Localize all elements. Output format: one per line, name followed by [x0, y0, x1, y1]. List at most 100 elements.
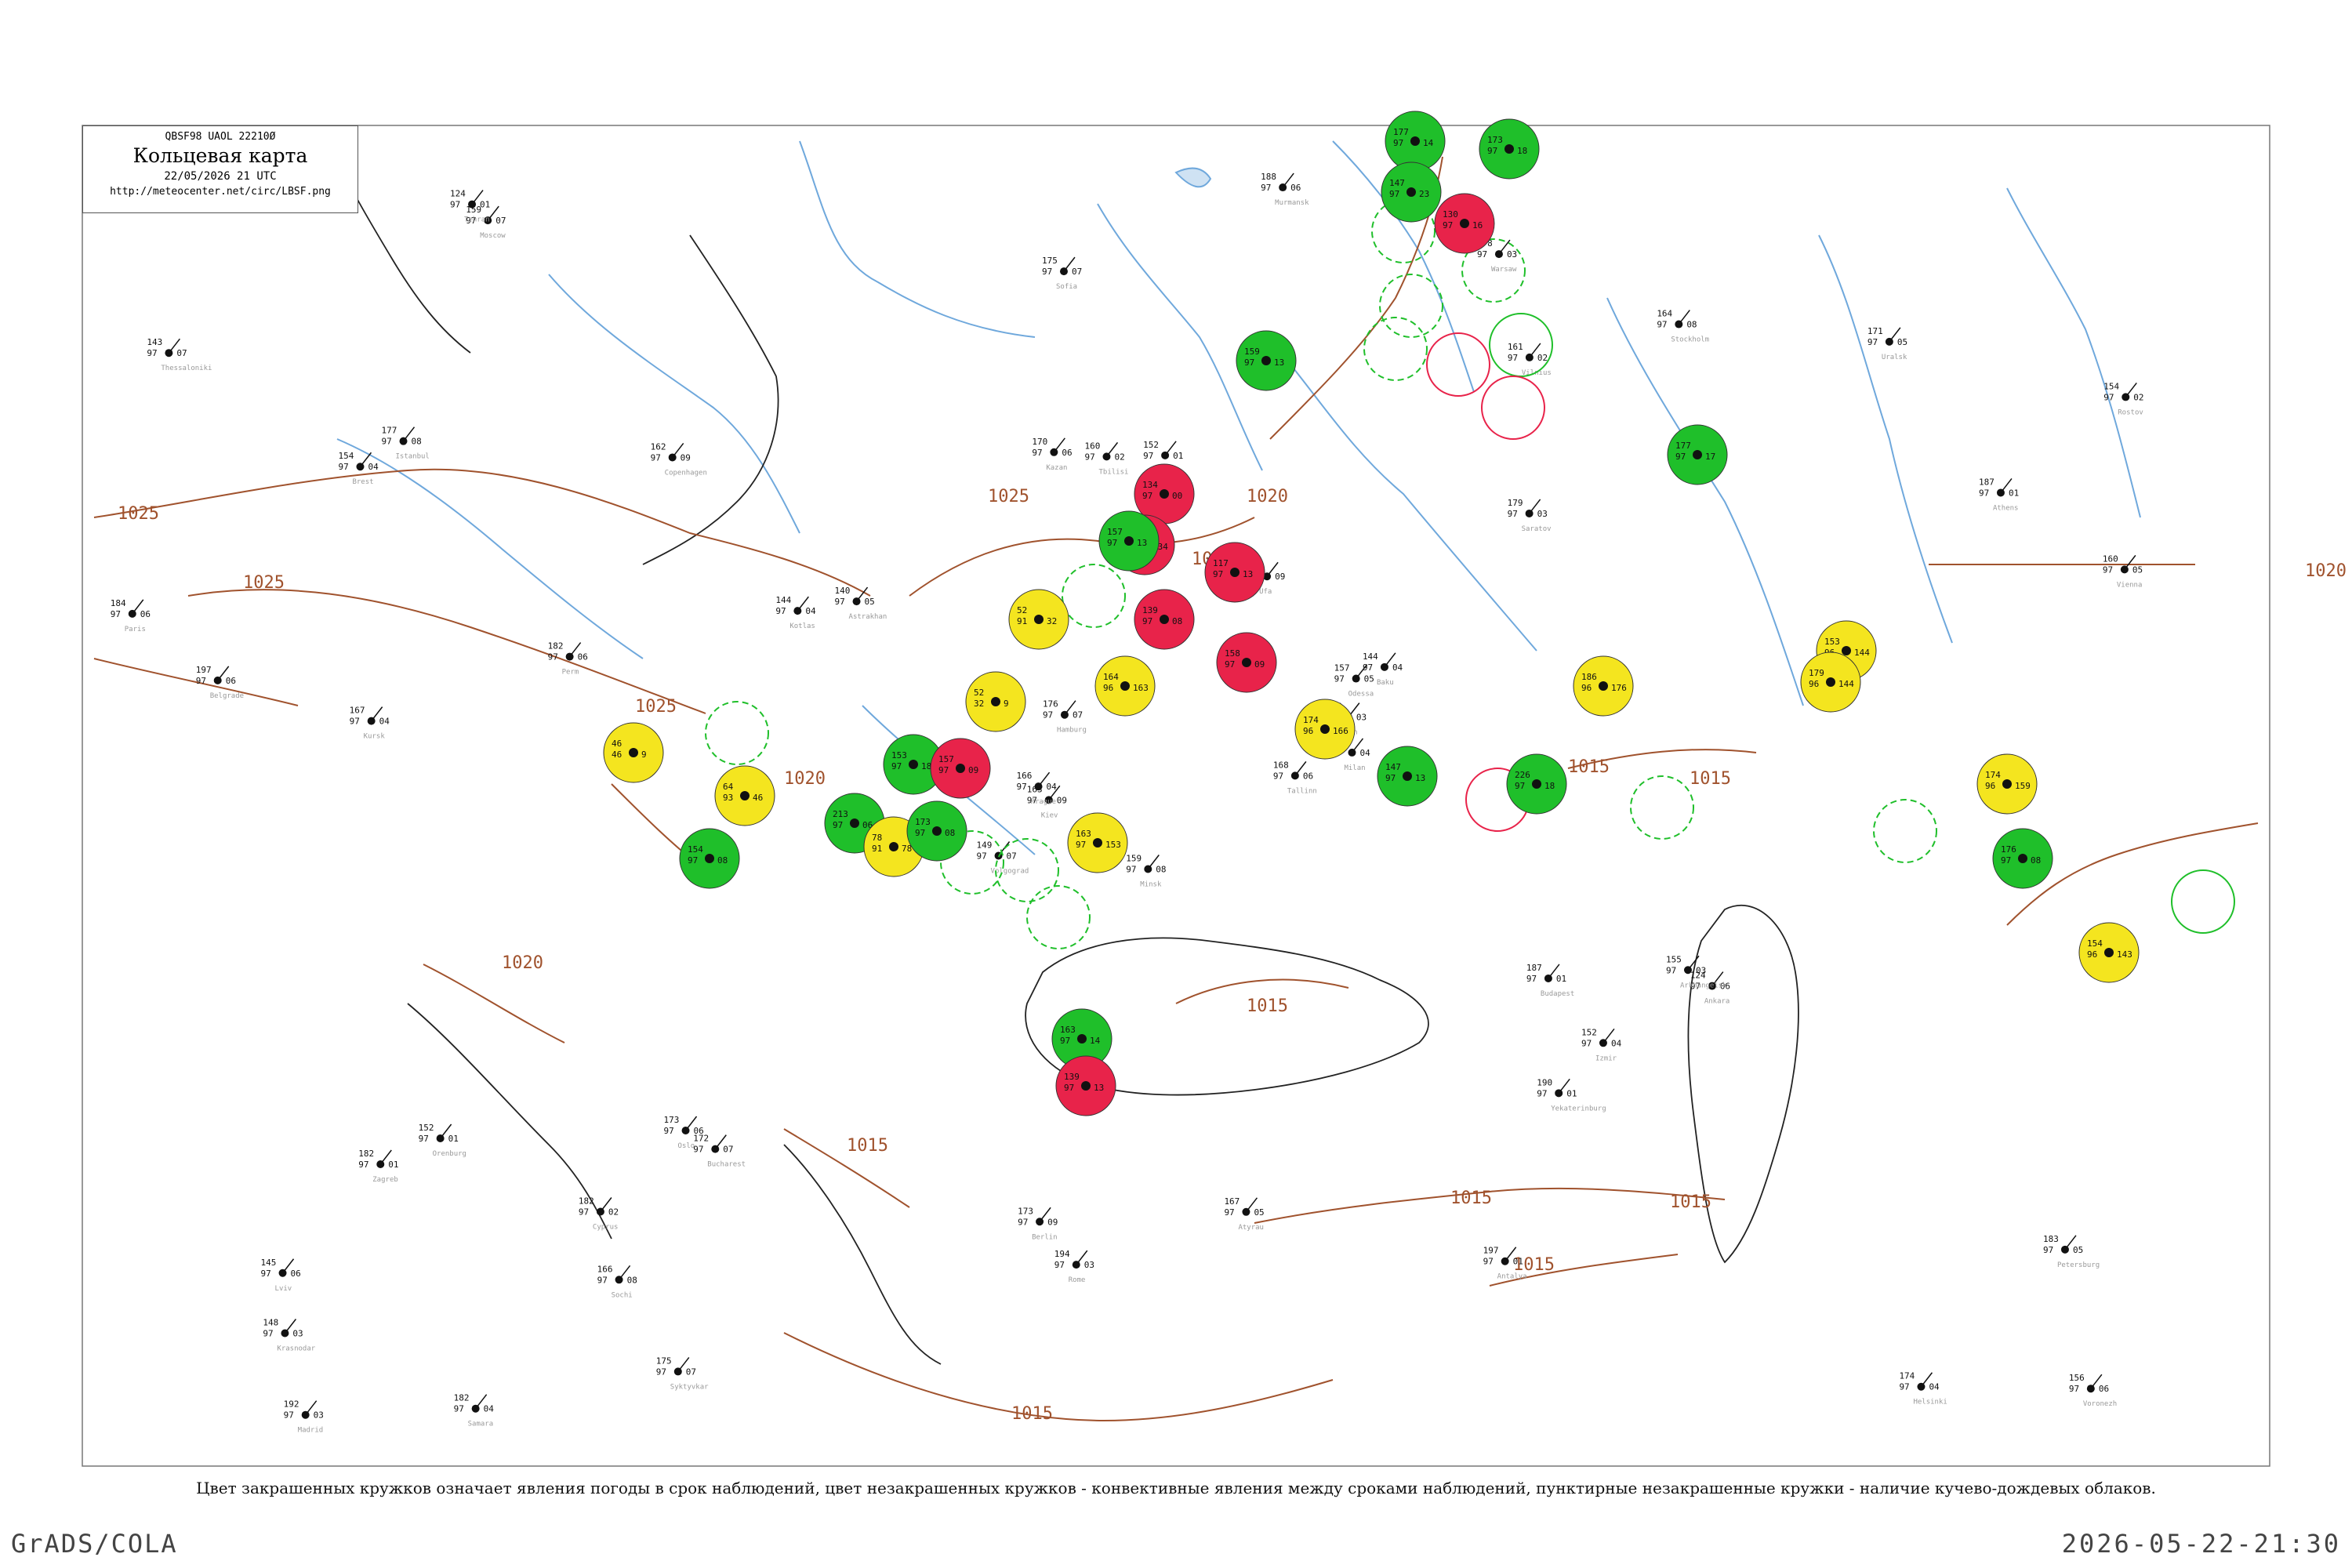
station-value: 97 — [1107, 538, 1117, 548]
station-value: 06 — [1303, 771, 1313, 781]
station-value: 01 — [448, 1134, 459, 1144]
station-value: 152 — [1143, 440, 1159, 450]
station-value: 06 — [291, 1269, 301, 1279]
weather-circle: 11797 13 — [1204, 542, 1265, 603]
station-value: 182 — [548, 641, 564, 652]
station-dot — [1826, 677, 1835, 687]
station-value: 14 — [1090, 1036, 1101, 1046]
station-value: 93 — [723, 793, 733, 803]
station-name: Budapest — [1541, 990, 1574, 998]
station-value: 124 — [450, 189, 466, 199]
station-name: Rome — [1069, 1276, 1086, 1284]
station-value: 173 — [664, 1115, 680, 1125]
station-value: 32 — [974, 699, 984, 709]
station-value: 09 — [1047, 1217, 1058, 1227]
station-value: 9 — [641, 750, 647, 760]
station-name: Minsk — [1140, 880, 1162, 888]
station-value: 78 — [872, 833, 882, 843]
station-name: Berlin — [1032, 1233, 1058, 1241]
station-name: Milan — [1344, 764, 1365, 772]
station-value: 164 — [1657, 309, 1672, 319]
station-value: 187 — [1526, 963, 1542, 973]
weather-map: 1025 1025 1025 1025 1020 1020 1020 1015 1015 1015… — [82, 111, 2347, 1467]
station-value: 13 — [1415, 773, 1425, 783]
isobar-label: 1015 — [1670, 1192, 1711, 1212]
footer-software: GrADS/COLA — [11, 1529, 178, 1559]
station-value: 139 — [1064, 1072, 1080, 1082]
station-value: 97 — [2103, 564, 2113, 575]
station-dot — [1230, 568, 1240, 577]
isobar-label: 1015 — [1568, 757, 1610, 777]
station-dot — [1842, 646, 1851, 655]
station-value: 159 — [1126, 853, 1142, 863]
station-name: Lviv — [275, 1285, 292, 1293]
station-value: 97 — [111, 609, 121, 619]
station-value: 97 — [1213, 569, 1223, 579]
station-value: 143 — [2117, 949, 2132, 960]
station-value: 117 — [1213, 558, 1229, 568]
station-name: Belgrade — [210, 692, 244, 700]
station-name: Petersburg — [2057, 1261, 2100, 1269]
station-value: 97 — [1581, 1038, 1592, 1048]
station-value: 139 — [1142, 605, 1158, 615]
station-name: Antalya — [1497, 1273, 1527, 1281]
station-value: 04 — [805, 606, 816, 616]
weather-circle: 18696 176 — [1573, 655, 1634, 717]
station-value: 174 — [1985, 770, 2001, 780]
station-value: 97 — [1273, 771, 1283, 781]
station-name: Tbilisi — [1098, 468, 1128, 476]
weather-circle: 4646 9 — [603, 722, 664, 783]
station-value: 97 — [1126, 864, 1136, 874]
weather-circle: 13997 08 — [1134, 589, 1195, 650]
station-value: 97 — [419, 1134, 429, 1144]
station-value: 97 — [1244, 358, 1254, 368]
station-value: 173 — [1018, 1206, 1033, 1216]
station-value: 97 — [915, 828, 925, 838]
station-value: 213 — [833, 809, 848, 819]
station-value: 05 — [2132, 564, 2143, 575]
station-value: 97 — [1666, 965, 1676, 975]
weather-circle: 16496 163 — [1094, 655, 1156, 717]
weather-circle: 13997 13 — [1055, 1055, 1116, 1116]
station-value: 97 — [1224, 1207, 1234, 1218]
weather-circle: 15997 13 — [1236, 330, 1297, 391]
station-value: 18 — [921, 761, 931, 771]
station-value: 97 — [1385, 773, 1396, 783]
station-value: 01 — [1173, 451, 1183, 461]
station-value: 97 — [1899, 1382, 1909, 1392]
station-value: 175 — [656, 1356, 672, 1366]
station-value: 32 — [1047, 616, 1057, 626]
station-value: 190 — [1537, 1077, 1552, 1087]
station-value: 140 — [835, 586, 851, 596]
station-value: 184 — [111, 598, 126, 608]
station-name: Hamburg — [1057, 727, 1087, 735]
station-value: 197 — [1483, 1246, 1499, 1256]
station-value: 07 — [723, 1145, 733, 1155]
station-name: Tehran — [464, 216, 490, 224]
source-url[interactable]: http://meteocenter.net/circ/LBSF.png — [83, 186, 358, 198]
station-value: 97 — [1979, 488, 1989, 498]
station-value: 46 — [612, 750, 622, 760]
weather-circle: 17496 166 — [1294, 699, 1356, 760]
station-value: 01 — [388, 1160, 398, 1170]
weather-circle: 14797 23 — [1381, 162, 1442, 223]
station-value: 14 — [1423, 138, 1434, 148]
station-value: 97 — [454, 1404, 464, 1414]
station-value: 97 — [1483, 1257, 1494, 1267]
station-value: 09 — [1275, 572, 1285, 582]
station-value: 03 — [314, 1410, 324, 1421]
station-value: 157 — [1107, 527, 1123, 537]
station-value: 08 — [1686, 320, 1697, 330]
station-value: 177 — [1675, 441, 1691, 451]
station-value: 144 — [1838, 679, 1854, 689]
station-value: 01 — [480, 200, 490, 210]
weather-circle: 17996 144 — [1800, 652, 1861, 713]
station-name: Helsinki — [1913, 1399, 1947, 1406]
station-value: 97 — [2001, 855, 2011, 866]
station-value: 179 — [1508, 498, 1523, 508]
station-dot — [1160, 615, 1169, 624]
station-value: 05 — [1364, 674, 1374, 684]
isobar-label: 1020 — [1247, 487, 1288, 506]
station-name: Samara — [468, 1421, 494, 1428]
station-value: 04 — [379, 717, 390, 727]
